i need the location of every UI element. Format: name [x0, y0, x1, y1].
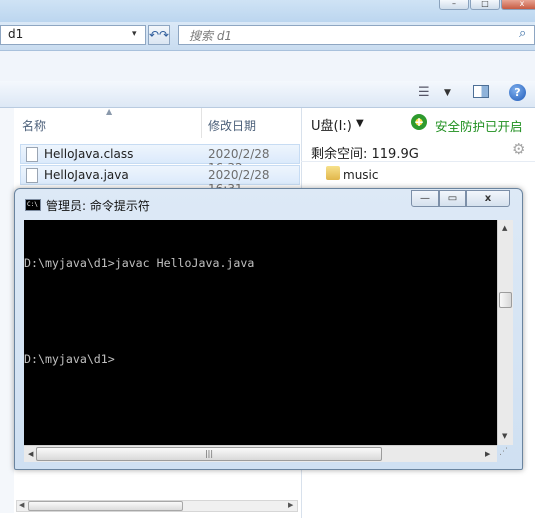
explorer-window-controls: – □ x [439, 0, 535, 10]
free-space-label: 剩余空间: 119.9G [311, 147, 419, 162]
scroll-left-icon[interactable]: ◀ [19, 501, 24, 509]
cmd-vertical-scrollbar[interactable]: ▲ ▼ [497, 220, 513, 445]
scroll-right-icon[interactable]: ▶ [288, 501, 293, 509]
scroll-thumb[interactable]: ||| [36, 447, 382, 461]
preview-pane-icon[interactable] [473, 85, 489, 98]
file-name: HelloJava.java [44, 168, 129, 182]
address-dropdown-icon[interactable]: ▾ [132, 29, 137, 39]
address-path: d1 [8, 27, 24, 41]
column-divider[interactable] [201, 108, 202, 138]
views-dropdown-icon[interactable]: ▼ [444, 88, 451, 98]
console-line: D:\myjava\d1> [24, 352, 115, 366]
search-icon[interactable]: ⌕ [519, 26, 526, 41]
column-header-modified[interactable]: 修改日期 [208, 117, 256, 134]
console-line: D:\myjava\d1>javac HelloJava.java [24, 256, 255, 270]
explorer-toolbar [0, 81, 535, 108]
scroll-thumb[interactable] [499, 292, 512, 308]
file-icon [26, 147, 38, 162]
sort-arrow-icon: ▲ [106, 107, 113, 116]
navigation-pane [0, 108, 14, 513]
scroll-right-icon[interactable]: ▶ [485, 450, 490, 458]
cmd-close-button[interactable]: x [466, 190, 510, 207]
folder-icon [326, 166, 340, 180]
column-header-name[interactable]: 名称 [22, 117, 46, 134]
refresh-button[interactable]: ↶↷ [148, 25, 170, 45]
folder-item[interactable]: music [343, 168, 378, 182]
cmd-horizontal-scrollbar[interactable]: ◀ ||| ▶ [24, 445, 497, 462]
resize-grip-icon[interactable]: ⋰ [499, 447, 512, 460]
cmd-maximize-button[interactable]: ▭ [439, 190, 466, 207]
help-icon[interactable]: ? [509, 84, 526, 101]
cmd-window-title: 管理员: 命令提示符 [46, 199, 150, 213]
scroll-thumb[interactable] [28, 501, 183, 511]
scroll-down-icon[interactable]: ▼ [502, 432, 507, 440]
search-placeholder: 搜索 d1 [189, 29, 233, 43]
shield-plus-icon: + [411, 114, 427, 130]
explorer-horizontal-scrollbar[interactable]: ◀ ▶ [16, 498, 298, 514]
explorer-close-button[interactable]: x [501, 0, 535, 10]
console-output[interactable]: D:\myjava\d1>javac HelloJava.java D:\myj… [24, 220, 497, 445]
views-icon[interactable]: ☰ [418, 85, 430, 100]
cmd-window-controls: — ▭ x [411, 190, 510, 207]
cmd-minimize-button[interactable]: — [411, 190, 439, 207]
drive-dropdown-icon[interactable]: ▼ [356, 118, 364, 129]
explorer-minimize-button[interactable]: – [439, 0, 469, 10]
gear-icon[interactable]: ⚙ [512, 140, 525, 158]
file-name: HelloJava.class [44, 147, 134, 161]
cmd-window-icon[interactable]: C:\ [25, 199, 41, 211]
drive-label[interactable]: U盘(I:) [311, 115, 352, 134]
menu-band [0, 51, 535, 81]
file-icon [26, 168, 38, 183]
explorer-maximize-button[interactable]: □ [470, 0, 500, 10]
file-row[interactable]: HelloJava.java 2020/2/28 16:31 [20, 165, 300, 196]
scroll-up-icon[interactable]: ▲ [502, 224, 507, 232]
protection-status[interactable]: 安全防护已开启 [435, 116, 523, 135]
file-row[interactable]: HelloJava.class 2020/2/28 16:32 [20, 144, 300, 175]
scroll-left-icon[interactable]: ◀ [28, 450, 33, 458]
divider [301, 161, 535, 162]
